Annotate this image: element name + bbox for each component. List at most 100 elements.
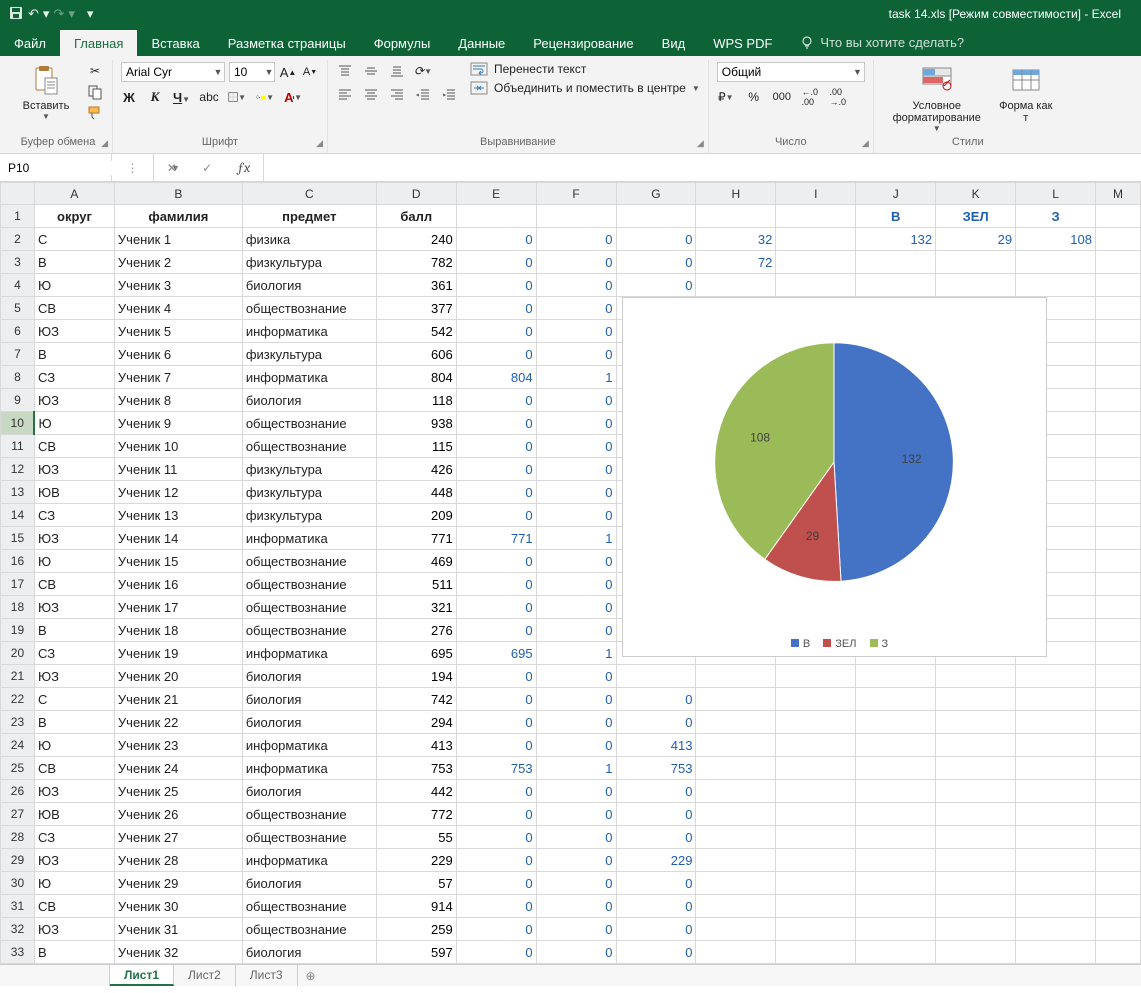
row-26[interactable]: 26 [1,780,35,803]
cell-A26[interactable]: ЮЗ [34,780,114,803]
cell-H24[interactable] [696,734,776,757]
cell-E21[interactable]: 0 [456,665,536,688]
cell-G22[interactable]: 0 [616,688,696,711]
pie-chart[interactable]: 13229108 В ЗЕЛ З [622,297,1047,657]
qa-customize-icon[interactable]: ▾ [87,6,94,22]
cell-M18[interactable] [1096,596,1141,619]
cell-M29[interactable] [1096,849,1141,872]
cell-B28[interactable]: Ученик 27 [114,826,242,849]
cell-E9[interactable]: 0 [456,389,536,412]
cell-M22[interactable] [1096,688,1141,711]
halign-center-icon[interactable] [362,86,380,104]
cell-F3[interactable]: 0 [536,251,616,274]
cell-L33[interactable] [1016,941,1096,964]
cell-C24[interactable]: информатика [242,734,376,757]
cell-D10[interactable]: 938 [376,412,456,435]
italic-button[interactable]: К [147,89,163,105]
cell-I24[interactable] [776,734,856,757]
cell-E23[interactable]: 0 [456,711,536,734]
conditional-formatting-button[interactable]: Условное форматирование▼ [882,62,992,133]
col-C[interactable]: C [242,183,376,205]
cell-G30[interactable]: 0 [616,872,696,895]
row-18[interactable]: 18 [1,596,35,619]
row-13[interactable]: 13 [1,481,35,504]
cell-H25[interactable] [696,757,776,780]
cell-B32[interactable]: Ученик 31 [114,918,242,941]
cell-D30[interactable]: 57 [376,872,456,895]
number-format-combo[interactable]: ▼ [717,62,865,82]
cell-L31[interactable] [1016,895,1096,918]
cell-J1[interactable]: В [856,205,936,228]
cell-B10[interactable]: Ученик 9 [114,412,242,435]
cell-G28[interactable]: 0 [616,826,696,849]
cell-M10[interactable] [1096,412,1141,435]
cell-H22[interactable] [696,688,776,711]
save-icon[interactable] [8,5,24,24]
cell-C28[interactable]: обществознание [242,826,376,849]
row-1[interactable]: 1 [1,205,35,228]
cell-C11[interactable]: обществознание [242,435,376,458]
cancel-formula-icon[interactable]: ✕ [167,161,177,175]
cell-B6[interactable]: Ученик 5 [114,320,242,343]
format-as-table-button[interactable]: Форма как т [998,62,1054,124]
row-33[interactable]: 33 [1,941,35,964]
cell-F15[interactable]: 1 [536,527,616,550]
cell-A17[interactable]: СВ [34,573,114,596]
cell-E24[interactable]: 0 [456,734,536,757]
cell-D8[interactable]: 804 [376,366,456,389]
cell-D27[interactable]: 772 [376,803,456,826]
cell-L26[interactable] [1016,780,1096,803]
cell-I22[interactable] [776,688,856,711]
cell-D24[interactable]: 413 [376,734,456,757]
row-32[interactable]: 32 [1,918,35,941]
cell-L30[interactable] [1016,872,1096,895]
cell-K24[interactable] [936,734,1016,757]
cell-C1[interactable]: предмет [242,205,376,228]
cell-E13[interactable]: 0 [456,481,536,504]
borders-button[interactable]: ▼ [228,88,246,106]
cell-E15[interactable]: 771 [456,527,536,550]
cell-M24[interactable] [1096,734,1141,757]
cell-F8[interactable]: 1 [536,366,616,389]
cell-G24[interactable]: 413 [616,734,696,757]
cell-E3[interactable]: 0 [456,251,536,274]
alignment-dialog-icon[interactable]: ◢ [697,138,704,149]
row-23[interactable]: 23 [1,711,35,734]
row-6[interactable]: 6 [1,320,35,343]
tab-layout[interactable]: Разметка страницы [214,30,360,56]
cell-A30[interactable]: Ю [34,872,114,895]
cell-K28[interactable] [936,826,1016,849]
percent-format-icon[interactable]: % [745,88,763,106]
cell-D15[interactable]: 771 [376,527,456,550]
cell-J30[interactable] [856,872,936,895]
tab-home[interactable]: Главная [60,30,137,56]
spreadsheet-grid[interactable]: A B C D E F G H I J K L M 1округфамилияп… [0,182,1141,964]
cell-J27[interactable] [856,803,936,826]
tab-view[interactable]: Вид [648,30,700,56]
cell-A1[interactable]: округ [34,205,114,228]
cell-F24[interactable]: 0 [536,734,616,757]
row-16[interactable]: 16 [1,550,35,573]
strikethrough-button[interactable]: abc [200,88,218,106]
tab-review[interactable]: Рецензирование [519,30,647,56]
row-10[interactable]: 10 [1,412,35,435]
cell-C18[interactable]: обществознание [242,596,376,619]
row-14[interactable]: 14 [1,504,35,527]
cell-M6[interactable] [1096,320,1141,343]
cell-F14[interactable]: 0 [536,504,616,527]
cell-M7[interactable] [1096,343,1141,366]
cell-A32[interactable]: ЮЗ [34,918,114,941]
cell-D31[interactable]: 914 [376,895,456,918]
cell-E29[interactable]: 0 [456,849,536,872]
cell-H27[interactable] [696,803,776,826]
cell-B20[interactable]: Ученик 19 [114,642,242,665]
cell-H30[interactable] [696,872,776,895]
cell-E22[interactable]: 0 [456,688,536,711]
tab-file[interactable]: Файл [0,30,60,56]
cell-B11[interactable]: Ученик 10 [114,435,242,458]
cell-E17[interactable]: 0 [456,573,536,596]
cell-F30[interactable]: 0 [536,872,616,895]
tab-data[interactable]: Данные [444,30,519,56]
font-face-input[interactable] [122,65,212,79]
row-30[interactable]: 30 [1,872,35,895]
